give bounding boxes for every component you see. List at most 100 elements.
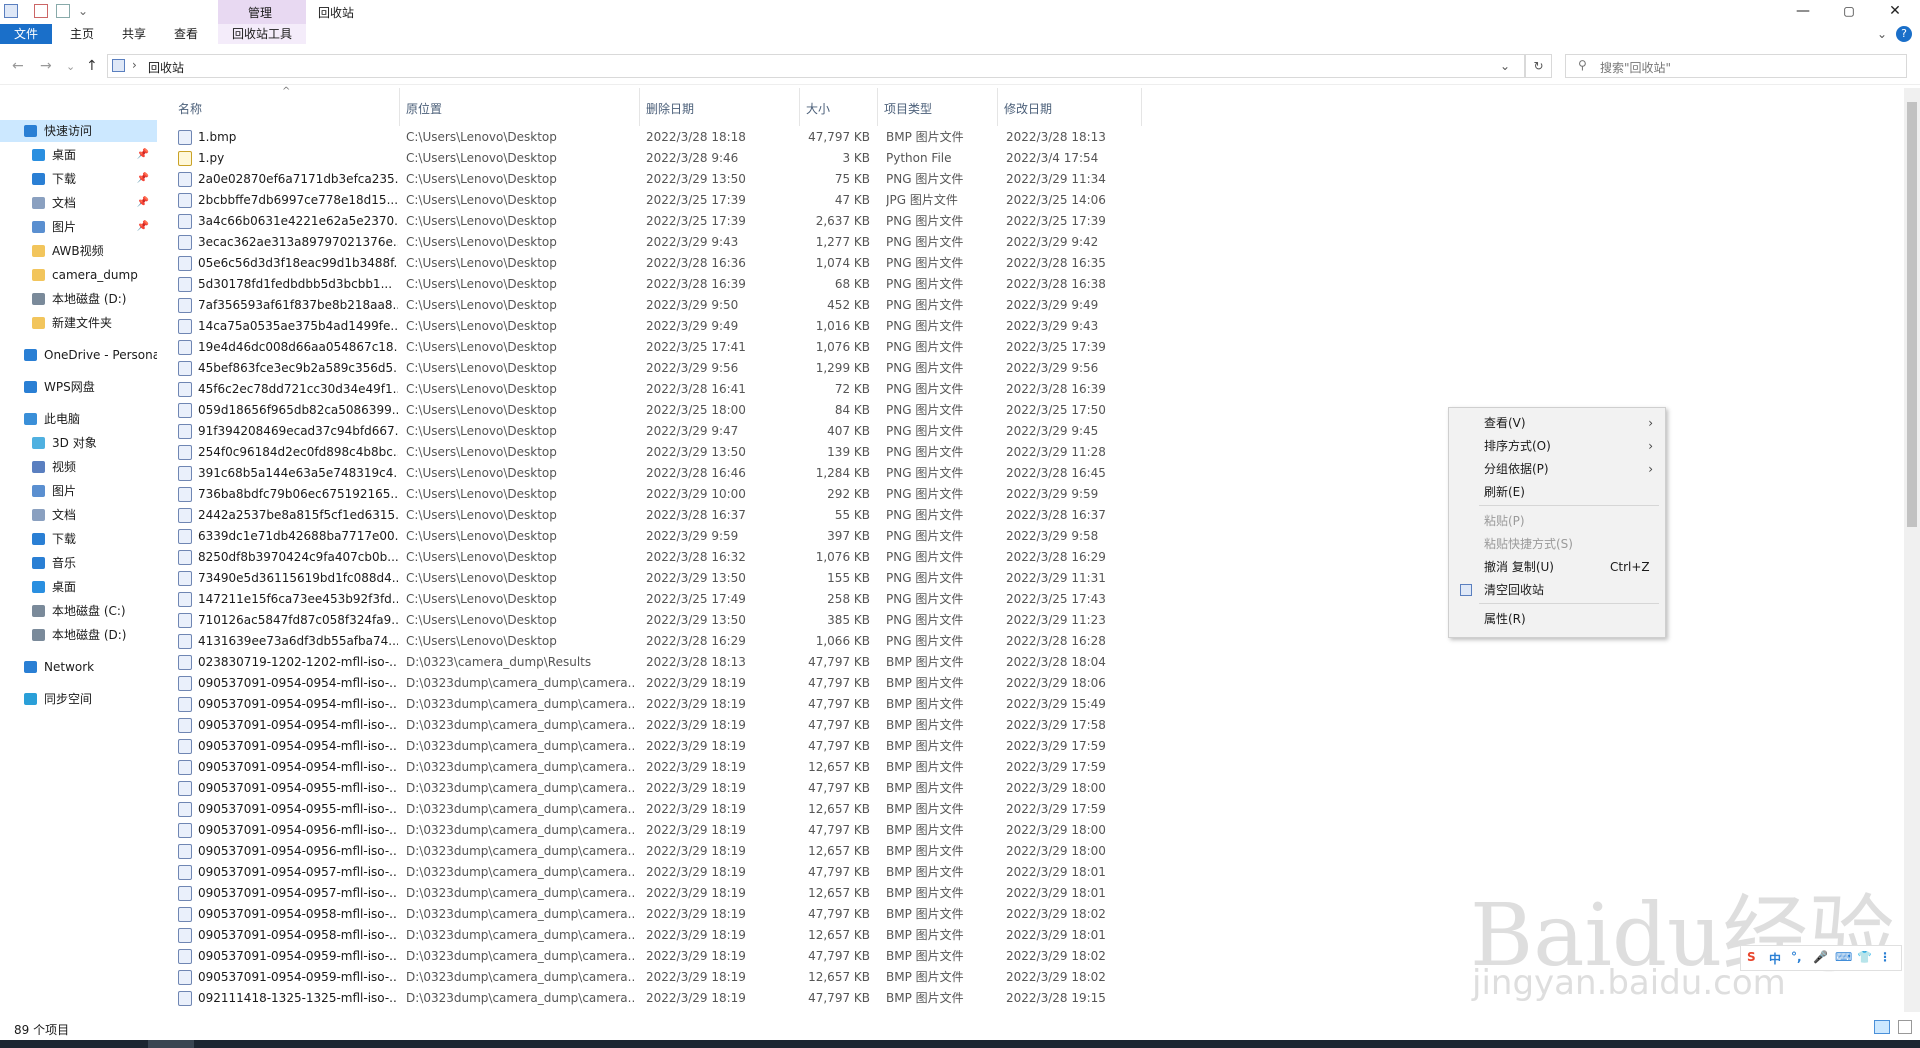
skin-icon[interactable]: 👕	[1857, 950, 1872, 964]
large-icons-view-icon[interactable]	[1898, 1020, 1912, 1034]
keyboard-icon[interactable]: ⌨	[1835, 950, 1852, 964]
sidebar-item-0[interactable]: 快速访问	[0, 120, 157, 142]
sidebar-item-14[interactable]: 图片	[0, 480, 157, 502]
close-button[interactable]: ✕	[1872, 0, 1918, 22]
details-view-icon[interactable]	[1874, 1020, 1890, 1034]
file-row[interactable]: 147211e15f6ca73ee453b92f3fd... C:\Users\L…	[172, 589, 1147, 610]
properties-quick-icon[interactable]	[34, 4, 48, 18]
context-menu-item-2[interactable]: 分组依据(P) ›	[1449, 458, 1665, 480]
file-row[interactable]: 090537091-0954-0958-mfll-iso-... D:\0323d…	[172, 925, 1147, 946]
minimize-button[interactable]: —	[1780, 0, 1826, 22]
file-row[interactable]: 14ca75a0535ae375b4ad1499fe... C:\Users\Le…	[172, 316, 1147, 337]
file-row[interactable]: 5d30178fd1fedbdbb5d3bcbb1... C:\Users\Len…	[172, 274, 1147, 295]
sidebar-item-11[interactable]: 此电脑	[0, 408, 157, 430]
sidebar-item-21[interactable]: Network	[0, 656, 157, 678]
file-row[interactable]: 2442a2537be8a815f5cf1ed6315... C:\Users\L…	[172, 505, 1147, 526]
file-row[interactable]: 090537091-0954-0959-mfll-iso-... D:\0323d…	[172, 946, 1147, 967]
file-row[interactable]: 736ba8bdfc79b06ec675192165... C:\Users\Le…	[172, 484, 1147, 505]
file-row[interactable]: 45bef863fce3ec9b2a589c356d5... C:\Users\L…	[172, 358, 1147, 379]
address-dropdown-icon[interactable]: ⌄	[1500, 59, 1510, 73]
context-menu-item-8[interactable]: 属性(R)	[1449, 608, 1665, 630]
file-row[interactable]: 6339dc1e71db42688ba7717e00... C:\Users\Le…	[172, 526, 1147, 547]
sidebar-item-8[interactable]: 新建文件夹	[0, 312, 157, 334]
tab-recycle-bin-tools[interactable]: 回收站工具	[220, 24, 304, 44]
sidebar-item-22[interactable]: 同步空间	[0, 688, 157, 710]
file-row[interactable]: 8250df8b3970424c9fa407cb0b... C:\Users\Le…	[172, 547, 1147, 568]
file-row[interactable]: 090537091-0954-0954-mfll-iso-... D:\0323d…	[172, 673, 1147, 694]
file-row[interactable]: 090537091-0954-0954-mfll-iso-... D:\0323d…	[172, 694, 1147, 715]
up-button[interactable]: ↑	[86, 58, 98, 74]
column-original-location[interactable]: 原位置	[400, 88, 640, 126]
column-date-modified[interactable]: 修改日期	[998, 88, 1142, 126]
new-folder-quick-icon[interactable]	[56, 4, 70, 18]
file-row[interactable]: 023830719-1202-1202-mfll-iso-... D:\0323\…	[172, 652, 1147, 673]
file-row[interactable]: 090537091-0954-0954-mfll-iso-... D:\0323d…	[172, 757, 1147, 778]
file-row[interactable]: 2a0e02870ef6a7171db3efca235... C:\Users\L…	[172, 169, 1147, 190]
sidebar-item-18[interactable]: 桌面	[0, 576, 157, 598]
file-row[interactable]: 090537091-0954-0955-mfll-iso-... D:\0323d…	[172, 799, 1147, 820]
context-menu-item-0[interactable]: 查看(V) ›	[1449, 412, 1665, 434]
tab-view[interactable]: 查看	[164, 24, 208, 44]
file-row[interactable]: 1.py C:\Users\Lenovo\Desktop 2022/3/28 9:4…	[172, 148, 1147, 169]
sogou-logo-icon[interactable]: S	[1747, 950, 1756, 964]
sidebar-item-1[interactable]: 桌面 📌	[0, 144, 157, 166]
context-menu-item-7[interactable]: 清空回收站	[1449, 579, 1665, 601]
sidebar-item-6[interactable]: camera_dump	[0, 264, 157, 286]
recent-locations-icon[interactable]: ⌄	[66, 60, 75, 73]
file-row[interactable]: 090537091-0954-0957-mfll-iso-... D:\0323d…	[172, 862, 1147, 883]
taskbar-active-app[interactable]	[148, 1040, 194, 1048]
file-row[interactable]: 090537091-0954-0957-mfll-iso-... D:\0323d…	[172, 883, 1147, 904]
context-menu-item-6[interactable]: 撤消 复制(U) Ctrl+Z	[1449, 556, 1665, 578]
expand-ribbon-icon[interactable]: ⌄	[1872, 24, 1892, 44]
scrollbar-thumb[interactable]	[1907, 102, 1917, 527]
sidebar-item-16[interactable]: 下载	[0, 528, 157, 550]
context-menu-item-3[interactable]: 刷新(E)	[1449, 481, 1665, 503]
sidebar-item-3[interactable]: 文档 📌	[0, 192, 157, 214]
punctuation-icon[interactable]: °,	[1791, 950, 1802, 964]
microphone-icon[interactable]: 🎤	[1813, 950, 1828, 964]
file-row[interactable]: 090537091-0954-0959-mfll-iso-... D:\0323d…	[172, 967, 1147, 988]
forward-button[interactable]: →	[40, 58, 52, 74]
context-menu-item-1[interactable]: 排序方式(O) ›	[1449, 435, 1665, 457]
more-icon[interactable]: ⋮	[1879, 950, 1891, 964]
tab-home[interactable]: 主页	[60, 24, 104, 44]
sidebar-item-15[interactable]: 文档	[0, 504, 157, 526]
file-row[interactable]: 7af356593af61f837be8b218aa8... C:\Users\L…	[172, 295, 1147, 316]
sidebar-item-20[interactable]: 本地磁盘 (D:)	[0, 624, 157, 646]
file-row[interactable]: 254f0c96184d2ec0fd898c4b8bc... C:\Users\L…	[172, 442, 1147, 463]
maximize-button[interactable]: ▢	[1826, 0, 1872, 22]
column-item-type[interactable]: 项目类型	[878, 88, 998, 126]
file-row[interactable]: 090537091-0954-0954-mfll-iso-... D:\0323d…	[172, 715, 1147, 736]
file-row[interactable]: 090537091-0954-0956-mfll-iso-... D:\0323d…	[172, 820, 1147, 841]
file-row[interactable]: 19e4d46dc008d66aa054867c18... C:\Users\Le…	[172, 337, 1147, 358]
file-row[interactable]: 05e6c56d3d3f18eac99d1b3488f... C:\Users\L…	[172, 253, 1147, 274]
help-icon[interactable]: ?	[1896, 26, 1912, 42]
file-row[interactable]: 1.bmp C:\Users\Lenovo\Desktop 2022/3/28 18…	[172, 127, 1147, 148]
file-row[interactable]: 3a4c66b0631e4221e62a5e2370... C:\Users\Le…	[172, 211, 1147, 232]
file-row[interactable]: 73490e5d36115619bd1fc088d4... C:\Users\Le…	[172, 568, 1147, 589]
sidebar-item-9[interactable]: OneDrive - Persona	[0, 344, 157, 366]
search-input[interactable]: ⚲ 搜索"回收站"	[1565, 54, 1907, 78]
sidebar-item-17[interactable]: 音乐	[0, 552, 157, 574]
file-row[interactable]: 090537091-0954-0955-mfll-iso-... D:\0323d…	[172, 778, 1147, 799]
file-row[interactable]: 4131639ee73a6df3db55afba74... C:\Users\Le…	[172, 631, 1147, 652]
vertical-scrollbar[interactable]	[1904, 88, 1920, 1012]
column-size[interactable]: 大小	[800, 88, 878, 126]
sidebar-item-10[interactable]: WPS网盘	[0, 376, 157, 398]
file-row[interactable]: 059d18656f965db82ca5086399... C:\Users\Le…	[172, 400, 1147, 421]
sidebar-item-7[interactable]: 本地磁盘 (D:)	[0, 288, 157, 310]
breadcrumb[interactable]: 回收站	[148, 59, 184, 76]
file-row[interactable]: 710126ac5847fd87c058f324fa9... C:\Users\L…	[172, 610, 1147, 631]
sidebar-item-5[interactable]: AWB视频	[0, 240, 157, 262]
file-row[interactable]: 3ecac362ae313a89797021376e... C:\Users\Le…	[172, 232, 1147, 253]
column-name[interactable]: 名称 ^	[172, 86, 400, 126]
sidebar-item-4[interactable]: 图片 📌	[0, 216, 157, 238]
ime-toolbar[interactable]: S 中 °, 🎤 ⌨ 👕 ⋮	[1740, 945, 1902, 971]
sidebar-item-12[interactable]: 3D 对象	[0, 432, 157, 454]
file-row[interactable]: 391c68b5a144e63a5e748319c4... C:\Users\Le…	[172, 463, 1147, 484]
back-button[interactable]: ←	[12, 58, 24, 74]
quick-access-dropdown-icon[interactable]: ⌄	[78, 4, 88, 18]
file-row[interactable]: 91f394208469ecad37c94bfd667... C:\Users\L…	[172, 421, 1147, 442]
file-row[interactable]: 092111418-1325-1325-mfll-iso-... D:\0323d…	[172, 988, 1147, 1009]
column-date-deleted[interactable]: 删除日期	[640, 88, 800, 126]
